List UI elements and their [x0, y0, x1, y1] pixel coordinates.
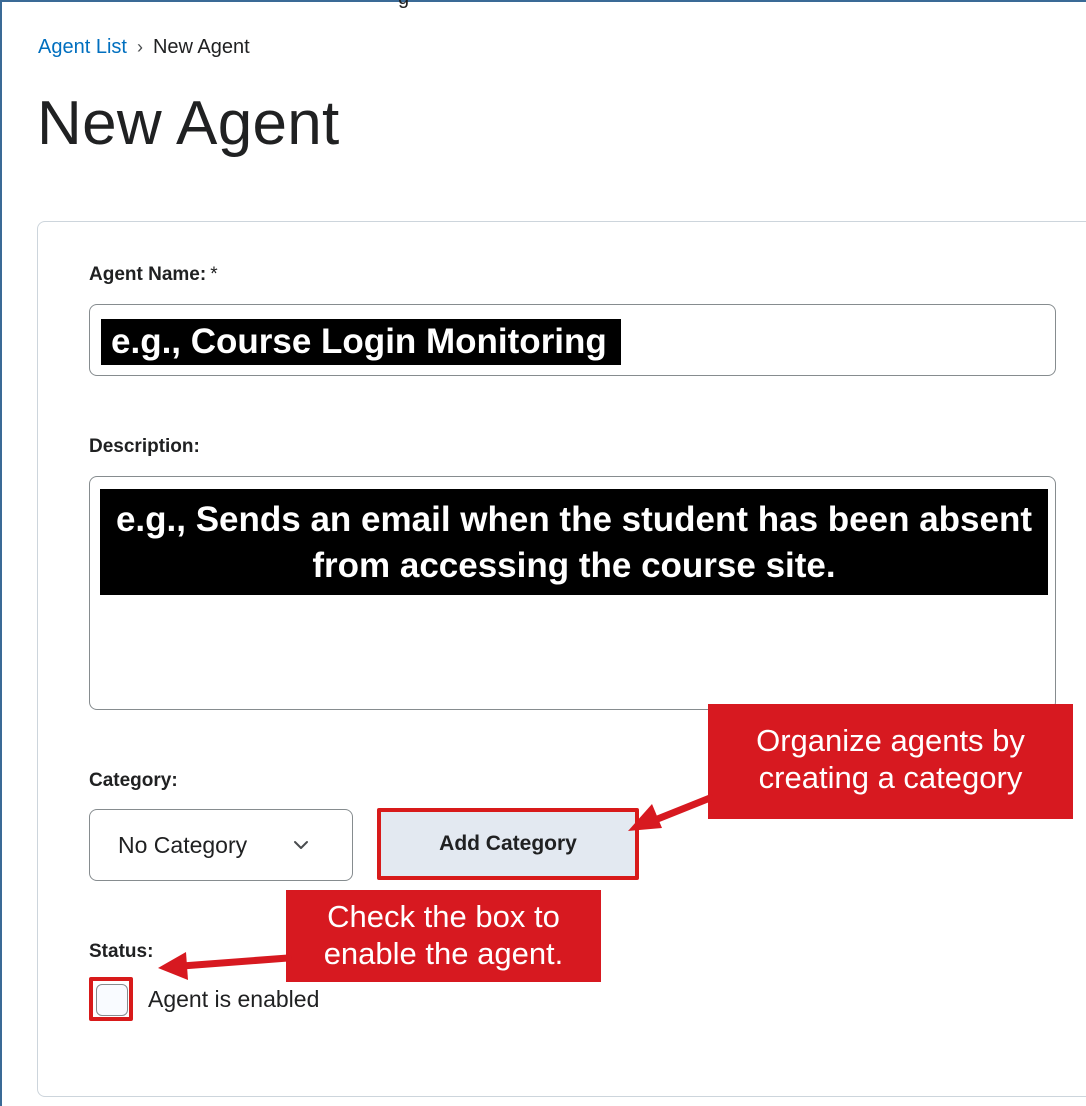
status-label: Status:: [89, 941, 154, 962]
page-title: New Agent: [37, 89, 340, 158]
agent-name-placeholder: e.g., Course Login Monitoring: [101, 319, 621, 365]
category-label: Category:: [89, 770, 178, 791]
category-callout: Organize agents by creating a category: [708, 704, 1073, 819]
add-category-button[interactable]: Add Category: [377, 808, 639, 880]
agent-name-input[interactable]: e.g., Course Login Monitoring: [89, 304, 1056, 376]
description-label: Description:: [89, 436, 200, 457]
description-placeholder: e.g., Sends an email when the student ha…: [100, 489, 1048, 595]
agent-name-label: Agent Name: *: [89, 264, 218, 286]
category-select[interactable]: No Category: [89, 809, 353, 881]
description-textarea[interactable]: e.g., Sends an email when the student ha…: [89, 476, 1056, 710]
status-callout: Check the box to enable the agent.: [286, 890, 601, 982]
breadcrumb: Agent List › New Agent: [38, 36, 250, 59]
clipped-text-fragment: g: [398, 0, 409, 10]
breadcrumb-separator: ›: [136, 37, 143, 57]
agent-enabled-checkbox[interactable]: [89, 977, 133, 1021]
chevron-down-icon: [294, 841, 308, 849]
checkbox-box: [96, 984, 128, 1016]
breadcrumb-agent-list-link[interactable]: Agent List: [38, 36, 127, 59]
agent-enabled-label[interactable]: Agent is enabled: [148, 986, 319, 1013]
category-selected-value: No Category: [118, 831, 248, 858]
breadcrumb-current: New Agent: [152, 36, 250, 58]
required-marker: *: [210, 264, 218, 285]
agent-name-label-text: Agent Name:: [89, 264, 207, 285]
